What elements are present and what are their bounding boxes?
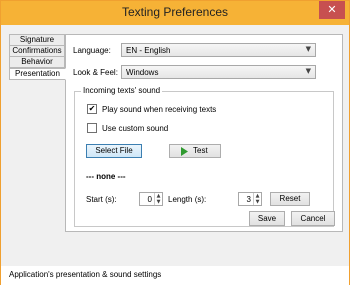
length-spinner[interactable]: 3 ▲ ▼ [238,192,262,206]
presentation-panel: Language: EN - English ▼ Look & Feel: Wi… [65,34,343,232]
look-feel-value: Windows [126,68,159,77]
language-value: EN - English [126,46,171,55]
play-icon [181,147,188,156]
custom-sound-checkbox[interactable] [87,123,97,133]
chevron-down-icon: ▼ [305,67,311,75]
preferences-window: Texting Preferences ✕ Signature Confirma… [0,0,350,285]
incoming-sound-group: Incoming texts' sound ✔ Play sound when … [74,86,334,227]
close-button[interactable]: ✕ [319,1,345,19]
start-label: Start (s): [86,195,117,204]
test-label: Test [193,146,208,155]
cancel-button[interactable]: Cancel [291,211,335,226]
spin-arrows[interactable]: ▲ ▼ [253,193,261,205]
selected-file-text: --- none --- [86,172,126,181]
tab-presentation[interactable]: Presentation [9,68,66,80]
spin-arrows[interactable]: ▲ ▼ [154,193,162,205]
test-button[interactable]: Test [169,144,221,158]
close-icon: ✕ [327,3,337,16]
window-title: Texting Preferences [121,5,229,19]
spin-down-icon[interactable]: ▼ [155,199,162,205]
save-button[interactable]: Save [249,211,285,226]
language-select[interactable]: EN - English ▼ [121,43,316,57]
group-title: Incoming texts' sound [81,86,163,95]
look-feel-select[interactable]: Windows ▼ [121,65,316,79]
status-bar: Application's presentation & sound setti… [1,266,349,285]
look-feel-label: Look & Feel: [73,68,118,77]
start-value: 0 [147,195,152,204]
custom-sound-label[interactable]: Use custom sound [102,124,168,133]
length-value: 3 [246,195,251,204]
play-sound-label[interactable]: Play sound when receiving texts [102,105,216,114]
tab-behavior[interactable]: Behavior [9,56,65,68]
status-text: Application's presentation & sound setti… [9,270,162,279]
title-bar[interactable]: Texting Preferences ✕ [1,1,349,25]
chevron-down-icon: ▼ [305,45,311,53]
reset-button[interactable]: Reset [270,192,310,206]
spin-down-icon[interactable]: ▼ [254,199,261,205]
play-sound-checkbox[interactable]: ✔ [87,104,97,114]
start-spinner[interactable]: 0 ▲ ▼ [139,192,163,206]
language-label: Language: [73,46,111,55]
select-file-button[interactable]: Select File [86,144,142,158]
length-label: Length (s): [168,195,207,204]
